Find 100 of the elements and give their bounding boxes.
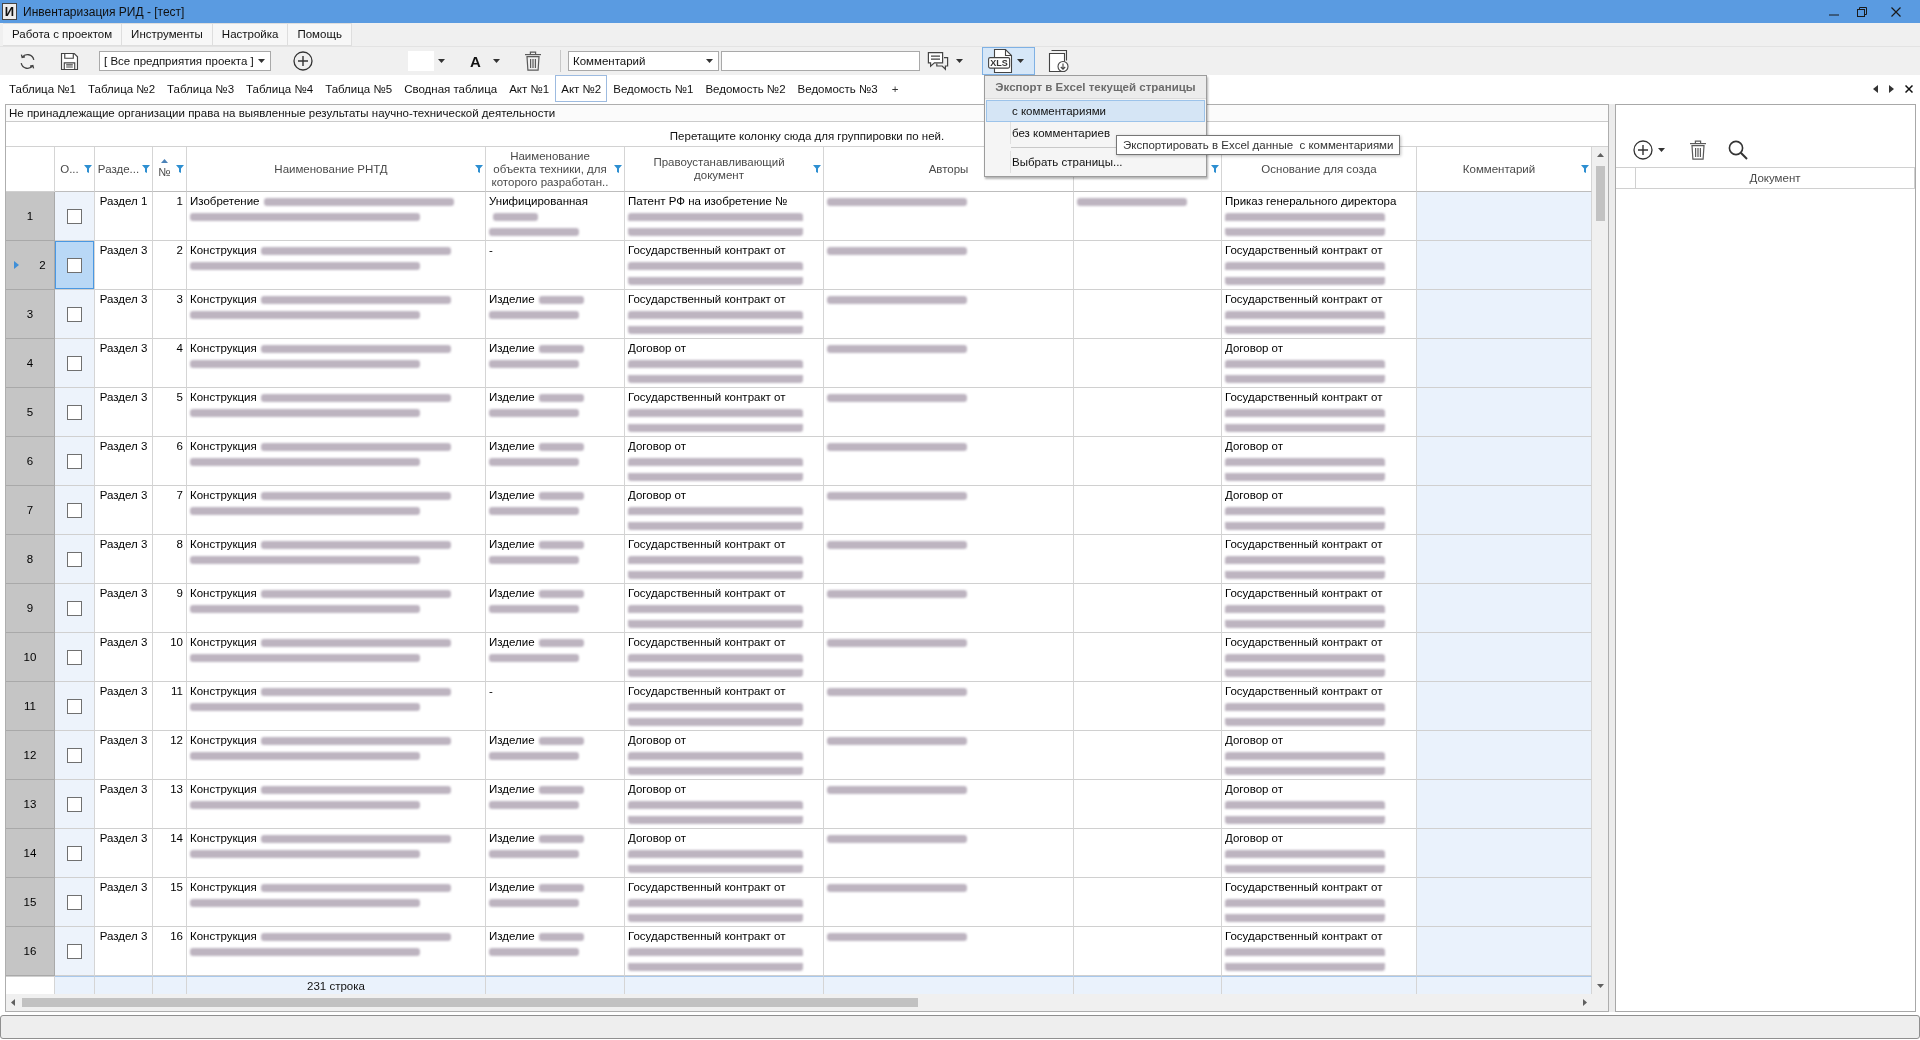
checkbox[interactable] xyxy=(67,404,82,420)
menu-item[interactable]: Инструменты xyxy=(122,23,213,46)
scrollbar-thumb[interactable] xyxy=(1595,166,1605,221)
row-header[interactable]: 7 xyxy=(6,486,55,535)
column-header[interactable]: Авторы xyxy=(928,162,969,176)
row-header[interactable]: 16 xyxy=(6,927,55,976)
checkbox[interactable] xyxy=(67,453,82,469)
checkbox[interactable] xyxy=(67,943,82,959)
column-header[interactable]: Правоустанавливающий документ xyxy=(627,156,811,182)
row-header[interactable]: 3 xyxy=(6,290,55,339)
search-icon[interactable] xyxy=(1728,140,1748,160)
row-header[interactable]: 14 xyxy=(6,829,55,878)
checkbox[interactable] xyxy=(67,796,82,812)
filter-icon[interactable] xyxy=(614,165,622,173)
scrollbar-thumb[interactable] xyxy=(22,998,918,1007)
left-arrow-icon[interactable] xyxy=(1873,84,1878,93)
checkbox[interactable] xyxy=(67,649,82,665)
caret-icon[interactable] xyxy=(438,59,445,63)
down-arrow-icon[interactable] xyxy=(1596,984,1604,988)
filter-field[interactable] xyxy=(721,51,920,71)
checkbox[interactable] xyxy=(67,747,82,763)
row-header[interactable]: 4 xyxy=(6,339,55,388)
filter-icon[interactable] xyxy=(176,165,184,173)
column-header[interactable]: О... xyxy=(60,162,79,176)
row-header[interactable]: 15 xyxy=(6,878,55,927)
checkbox[interactable] xyxy=(67,600,82,616)
filter-icon[interactable] xyxy=(813,165,821,173)
checkbox[interactable] xyxy=(67,894,82,910)
tab[interactable]: Ведомость №3 xyxy=(791,75,884,102)
menu-item[interactable]: Помощь xyxy=(288,23,352,46)
minimize-icon[interactable] xyxy=(1829,13,1839,16)
row-header[interactable]: 5 xyxy=(6,388,55,437)
tab[interactable]: Таблица №5 xyxy=(319,75,399,102)
filter-icon[interactable] xyxy=(475,165,483,173)
vertical-scrollbar[interactable] xyxy=(1592,147,1608,994)
tab[interactable]: Таблица №3 xyxy=(161,75,241,102)
plus-circle-icon[interactable] xyxy=(1633,140,1653,160)
checkbox[interactable] xyxy=(67,257,82,273)
caret-icon[interactable] xyxy=(956,59,963,63)
filter-icon[interactable] xyxy=(1581,165,1589,173)
menu-item[interactable]: с комментариями xyxy=(986,100,1205,122)
up-arrow-icon[interactable] xyxy=(1596,153,1604,157)
tab[interactable]: Ведомость №2 xyxy=(699,75,792,102)
right-arrow-icon[interactable] xyxy=(1583,999,1587,1006)
column-dropdown[interactable]: Комментарий xyxy=(568,51,719,71)
trash-icon[interactable] xyxy=(1689,140,1707,160)
tab[interactable]: Сводная таблица xyxy=(398,75,504,102)
left-arrow-icon[interactable] xyxy=(11,999,15,1006)
tab[interactable]: Таблица №1 xyxy=(3,75,83,102)
column-header[interactable]: Документ xyxy=(1749,172,1801,184)
column-header[interactable]: Наименование объекта техники, для которого разработан.. xyxy=(488,149,612,189)
column-header[interactable]: Основание для созда xyxy=(1261,162,1377,176)
row-header[interactable]: 13 xyxy=(6,780,55,829)
tab[interactable]: Ведомость №1 xyxy=(607,75,700,102)
font-button[interactable]: A xyxy=(469,52,482,70)
row-header[interactable]: 11 xyxy=(6,682,55,731)
column-header[interactable]: Разде... xyxy=(97,162,140,176)
trash-icon[interactable] xyxy=(524,51,542,71)
caret-icon[interactable] xyxy=(493,59,500,63)
tab[interactable]: Акт №1 xyxy=(503,75,556,102)
close-icon[interactable] xyxy=(1891,6,1901,17)
checkbox[interactable] xyxy=(67,208,82,224)
rntd-name: Конструкция xyxy=(190,881,257,893)
row-header[interactable]: 8 xyxy=(6,535,55,584)
row-header[interactable]: 12 xyxy=(6,731,55,780)
checkbox[interactable] xyxy=(67,306,82,322)
export-button[interactable]: XLS xyxy=(982,47,1035,75)
document-download-icon[interactable] xyxy=(1048,49,1070,73)
save-icon[interactable] xyxy=(60,51,79,71)
add-tab-button[interactable]: + xyxy=(883,75,907,102)
checkbox[interactable] xyxy=(67,502,82,518)
plus-circle-icon[interactable] xyxy=(293,51,313,71)
tab[interactable]: Таблица №4 xyxy=(240,75,320,102)
column-header[interactable]: Комментарий xyxy=(1462,162,1536,176)
checkbox[interactable] xyxy=(67,551,82,567)
checkbox[interactable] xyxy=(67,355,82,371)
filter-icon[interactable] xyxy=(1211,165,1219,173)
row-header[interactable]: 6 xyxy=(6,437,55,486)
restore-icon[interactable] xyxy=(1857,6,1867,17)
caret-icon[interactable] xyxy=(1658,148,1665,152)
right-arrow-icon[interactable] xyxy=(1889,84,1894,93)
row-header[interactable]: 2 xyxy=(6,241,55,290)
enterprise-dropdown[interactable]: [ Все предприятия проекта ] xyxy=(99,51,271,71)
close-icon[interactable] xyxy=(1905,84,1913,93)
row-header[interactable]: 10 xyxy=(6,633,55,682)
row-header[interactable]: 9 xyxy=(6,584,55,633)
filter-icon[interactable] xyxy=(142,165,150,173)
column-header[interactable]: № xyxy=(158,166,171,179)
menu-item[interactable]: Работа с проектом xyxy=(3,23,123,46)
refresh-icon[interactable] xyxy=(18,51,37,71)
column-header[interactable]: Наименование РНТД xyxy=(274,162,388,176)
horizontal-scrollbar[interactable] xyxy=(6,994,1592,1011)
menu-item[interactable]: Настройка xyxy=(212,23,289,46)
filter-icon[interactable] xyxy=(84,165,92,173)
checkbox[interactable] xyxy=(67,845,82,861)
tab[interactable]: Акт №2 xyxy=(555,75,608,102)
checkbox[interactable] xyxy=(67,698,82,714)
row-header[interactable]: 1 xyxy=(6,192,55,241)
speech-bubble-icon[interactable] xyxy=(927,51,949,71)
tab[interactable]: Таблица №2 xyxy=(82,75,162,102)
